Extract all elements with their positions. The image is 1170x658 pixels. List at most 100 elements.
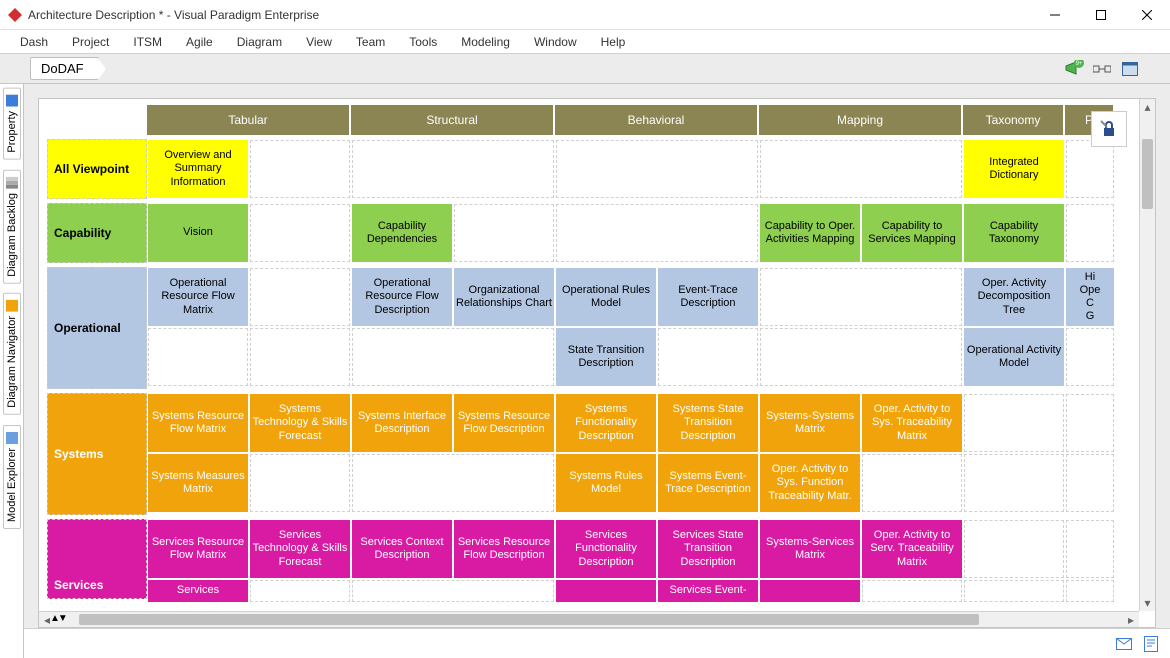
menu-diagram[interactable]: Diagram [237,35,282,49]
side-tab-property[interactable]: Property [3,88,21,160]
cell-empty [250,140,350,198]
side-tab-backlog[interactable]: Diagram Backlog [3,170,21,284]
panel-icon[interactable] [1118,57,1142,81]
cell-oper-res-flow-desc[interactable]: Operational Resource Flow Description [352,268,452,326]
scroll-thumb-h[interactable] [79,614,979,625]
cell-serv-tech-skills[interactable]: Services Technology & Skills Forecast [250,520,350,578]
cell-state-transition[interactable]: State Transition Description [556,328,656,386]
cell-oper-sys-trace[interactable]: Oper. Activity to Sys. Traceability Matr… [862,394,962,452]
note-icon[interactable] [1144,636,1158,652]
cell-empty [862,454,962,512]
menu-dash[interactable]: Dash [20,35,48,49]
cell-serv-context[interactable]: Services Context Description [352,520,452,578]
cell-empty [1066,140,1114,198]
cell-serv-res-flow-matrix[interactable]: Services Resource Flow Matrix [148,520,248,578]
cell-org-rel-chart[interactable]: Organizational Relationships Chart [454,268,554,326]
menu-agile[interactable]: Agile [186,35,213,49]
announce-icon[interactable]: 9+ [1062,57,1086,81]
cell-serv-event-partial[interactable]: Services Event- [658,580,758,602]
cell-sys-sys-matrix[interactable]: Systems-Systems Matrix [760,394,860,452]
mail-icon[interactable] [1116,638,1132,650]
cell-cap-oper-map[interactable]: Capability to Oper. Activities Mapping [760,204,860,262]
row-operational: Operational Operational Resource Flow Ma… [47,267,1127,389]
vertical-scrollbar[interactable]: ▴ ▾ [1139,99,1155,611]
row-header-capability[interactable]: Capability [47,203,147,263]
cell-oper-res-flow-matrix[interactable]: Operational Resource Flow Matrix [148,268,248,326]
cell-sys-state-trans[interactable]: Systems State Transition Description [658,394,758,452]
row-capability: Capability Vision Capability Dependencie… [47,203,1127,263]
cell-overview-summary[interactable]: Overview and Summary Information [148,140,248,198]
minimize-button[interactable] [1032,0,1078,30]
scroll-up-icon[interactable]: ▴ [1140,99,1155,115]
cell-serv-partial[interactable]: Services [148,580,248,602]
cell-oper-rules[interactable]: Operational Rules Model [556,268,656,326]
cell-cap-serv-map[interactable]: Capability to Services Mapping [862,204,962,262]
cell-empty [658,328,758,386]
row-header-systems[interactable]: Systems [47,393,147,515]
side-tab-navigator[interactable]: Diagram Navigator [3,293,21,415]
cell-oper-activity-model[interactable]: Operational Activity Model [964,328,1064,386]
menu-project[interactable]: Project [72,35,109,49]
cell-serv-res-flow-desc[interactable]: Services Resource Flow Description [454,520,554,578]
col-mapping[interactable]: Mapping [759,105,963,135]
scroll-down-icon[interactable]: ▾ [1140,595,1155,611]
menu-team[interactable]: Team [356,35,385,49]
row-header-operational[interactable]: Operational [47,267,147,389]
cell-sys-tech-skills[interactable]: Systems Technology & Skills Forecast [250,394,350,452]
menu-window[interactable]: Window [534,35,577,49]
col-structural[interactable]: Structural [351,105,555,135]
cell-empty [964,520,1064,578]
cell-serv-func-desc[interactable]: Services Functionality Description [556,520,656,578]
breadcrumb[interactable]: DoDAF [30,57,99,80]
cell-oper-sys-func-trace[interactable]: Oper. Activity to Sys. Function Traceabi… [760,454,860,512]
cell-sys-measures[interactable]: Systems Measures Matrix [148,454,248,512]
cell-sys-res-flow-matrix[interactable]: Systems Resource Flow Matrix [148,394,248,452]
cell-sys-event-trace[interactable]: Systems Event-Trace Description [658,454,758,512]
cell-empty [964,454,1064,512]
col-tabular[interactable]: Tabular [147,105,351,135]
cell-vision[interactable]: Vision [148,204,248,262]
diagram-canvas[interactable]: Tabular Structural Behavioral Mapping Ta… [38,98,1156,628]
col-taxonomy[interactable]: Taxonomy [963,105,1065,135]
menu-help[interactable]: Help [601,35,626,49]
close-button[interactable] [1124,0,1170,30]
side-tab-label: Diagram Backlog [6,193,18,277]
side-tab-label: Property [6,111,18,153]
canvas-wrap: Tabular Structural Behavioral Mapping Ta… [24,84,1170,658]
cell-partial[interactable]: Hi Ope C G [1066,268,1114,326]
cell-sys-rules[interactable]: Systems Rules Model [556,454,656,512]
cell-oper-decomp-tree[interactable]: Oper. Activity Decomposition Tree [964,268,1064,326]
side-tab-explorer[interactable]: Model Explorer [3,425,21,529]
lock-badge[interactable] [1091,111,1127,147]
cell-empty [964,394,1064,452]
row-header-services[interactable]: Services [47,519,147,599]
expand-toggle-icon[interactable]: ▲▼ [50,613,66,624]
cell-serv-partial2[interactable] [556,580,656,602]
row-header-all-viewpoint[interactable]: All Viewpoint [47,139,147,199]
maximize-button[interactable] [1078,0,1124,30]
cell-sys-func-desc[interactable]: Systems Functionality Description [556,394,656,452]
cell-sys-res-flow-desc[interactable]: Systems Resource Flow Description [454,394,554,452]
menu-itsm[interactable]: ITSM [133,35,162,49]
cell-sys-serv-matrix[interactable]: Systems-Services Matrix [760,520,860,578]
col-behavioral[interactable]: Behavioral [555,105,759,135]
horizontal-scrollbar[interactable]: ◂ ▸ [39,611,1139,627]
layout-icon[interactable] [1090,57,1114,81]
scroll-thumb-v[interactable] [1142,139,1153,209]
cell-empty [250,268,350,326]
cell-empty [1066,328,1114,386]
cell-serv-state-trans[interactable]: Services State Transition Description [658,520,758,578]
cell-serv-partial3[interactable] [760,580,860,602]
cell-event-trace[interactable]: Event-Trace Description [658,268,758,326]
cell-empty [352,580,554,602]
scroll-right-icon[interactable]: ▸ [1123,612,1139,627]
cell-capability-deps[interactable]: Capability Dependencies [352,204,452,262]
cell-oper-serv-trace[interactable]: Oper. Activity to Serv. Traceability Mat… [862,520,962,578]
cell-integrated-dictionary[interactable]: Integrated Dictionary [964,140,1064,198]
cell-sys-interface[interactable]: Systems Interface Description [352,394,452,452]
menu-view[interactable]: View [306,35,332,49]
cell-cap-taxonomy[interactable]: Capability Taxonomy [964,204,1064,262]
window-title: Architecture Description * - Visual Para… [28,8,1032,22]
menu-modeling[interactable]: Modeling [461,35,510,49]
menu-tools[interactable]: Tools [409,35,437,49]
